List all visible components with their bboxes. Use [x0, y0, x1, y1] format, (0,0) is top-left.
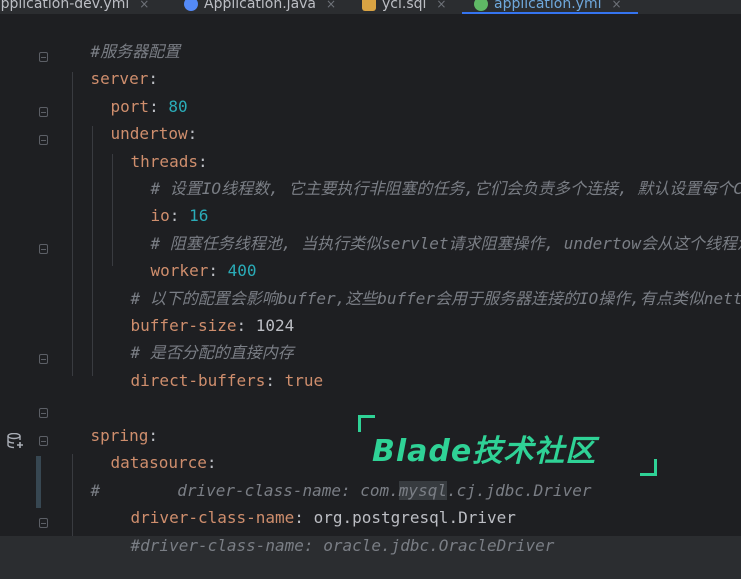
- code-line-4: undertow:: [110, 124, 198, 143]
- tab-label: Application.java: [204, 0, 317, 12]
- code-line-18: driver-class-name: org.postgresql.Driver: [130, 508, 516, 527]
- database-icon[interactable]: [7, 433, 25, 449]
- fold-toggle-icon[interactable]: [39, 354, 48, 364]
- code-line-15: spring:: [90, 426, 158, 445]
- tab-label: application-dev.yml: [0, 0, 130, 12]
- editor-tab-bar: application-dev.yml × Application.java ×…: [0, 0, 741, 14]
- yaml-comment: # 设置IO线程数, 它主要执行非阻塞的任务,它们会负责多个连接, 默认设置每个…: [150, 179, 741, 198]
- code-line-11: buffer-size: 1024: [130, 316, 295, 335]
- tab-label: ycl.sql: [382, 0, 427, 12]
- close-icon[interactable]: ×: [436, 0, 446, 11]
- code-line-13: direct-buffers: true: [130, 371, 324, 390]
- code-line-1: #服务器配置: [52, 19, 181, 61]
- code-line-7: io: 16: [150, 206, 209, 225]
- fold-toggle-icon[interactable]: [39, 408, 48, 418]
- watermark-text: Blade技术社区: [372, 434, 597, 469]
- yaml-key: direct-buffers: [130, 371, 266, 390]
- code-line-9: worker: 400: [150, 261, 257, 280]
- tab-ycl-sql[interactable]: ycl.sql ×: [362, 0, 446, 14]
- code-line-16: datasource:: [110, 453, 217, 472]
- tab-application-dev-yml[interactable]: application-dev.yml ×: [0, 0, 149, 14]
- fold-toggle-icon[interactable]: [39, 107, 48, 117]
- fold-toggle-icon[interactable]: [39, 52, 48, 62]
- fold-toggle-icon[interactable]: [39, 518, 48, 528]
- close-icon[interactable]: ×: [612, 0, 622, 11]
- fold-toggle-icon[interactable]: [39, 244, 48, 254]
- tab-application-java[interactable]: Application.java ×: [184, 0, 336, 14]
- watermark-bracket: [640, 459, 657, 476]
- code-line-8: # 阻塞任务线程池, 当执行类似servlet请求阻塞操作, undertow会…: [112, 211, 741, 253]
- code-line-6: # 设置IO线程数, 它主要执行非阻塞的任务,它们会负责多个连接, 默认设置每个…: [112, 156, 741, 198]
- editor-gutter: [0, 14, 52, 536]
- yaml-value: true: [284, 371, 324, 390]
- vcs-change-marker[interactable]: [36, 456, 41, 508]
- code-line-12: # 是否分配的直接内存: [92, 320, 294, 362]
- tab-label: application.yml: [494, 0, 602, 12]
- fold-toggle-icon[interactable]: [39, 135, 48, 145]
- yaml-comment: #driver-class-name: oracle.jdbc.OracleDr…: [130, 536, 555, 555]
- code-line-3: port: 80: [110, 97, 188, 116]
- code-line-19: #driver-class-name: oracle.jdbc.OracleDr…: [92, 513, 555, 555]
- code-line-5: threads:: [130, 152, 208, 171]
- yaml-icon: [474, 0, 488, 11]
- close-icon[interactable]: ×: [326, 0, 336, 11]
- code-line-10: # 以下的配置会影响buffer,这些buffer会用于服务器连接的IO操作,有…: [92, 266, 741, 308]
- fold-toggle-icon[interactable]: [39, 436, 48, 446]
- java-class-icon: [184, 0, 198, 11]
- sql-file-icon: [362, 0, 376, 11]
- close-icon[interactable]: ×: [139, 0, 149, 11]
- code-line-2: server:: [90, 69, 158, 88]
